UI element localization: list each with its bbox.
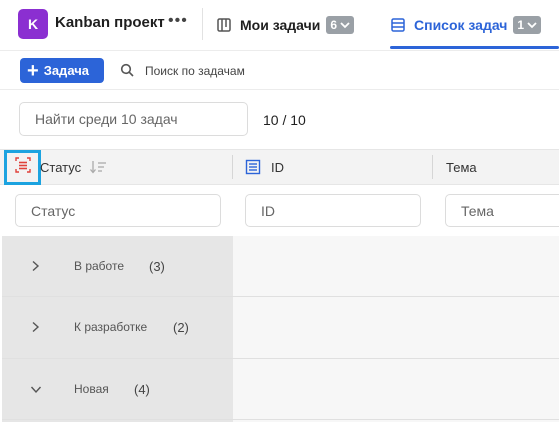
project-name[interactable]: Kanban проект (55, 14, 165, 31)
chevron-right-icon[interactable] (30, 321, 40, 333)
column-header-id[interactable]: ID (245, 149, 284, 185)
active-tab-indicator (390, 46, 559, 49)
group-label: Новая (74, 382, 109, 396)
column-header-theme[interactable]: Тема (446, 149, 477, 185)
sort-icon[interactable] (89, 160, 107, 174)
tab-badge[interactable]: 1 (513, 16, 542, 34)
chevron-right-icon[interactable] (30, 260, 40, 272)
list-icon (390, 17, 406, 33)
search-tasks-link[interactable]: Поиск по задачам (145, 64, 245, 78)
badge-count: 1 (517, 18, 525, 32)
group-count: (2) (173, 319, 189, 335)
theme-filter-input[interactable]: Тема (445, 194, 559, 227)
board-icon (216, 17, 232, 33)
divider (202, 8, 203, 40)
group-count: (3) (149, 258, 165, 274)
column-label: Статус (40, 159, 82, 175)
group-row[interactable]: К разработке (2) (2, 297, 233, 357)
chevron-down-icon[interactable] (30, 384, 42, 394)
chevron-down-icon (527, 18, 537, 32)
result-counter: 10 / 10 (263, 112, 306, 128)
group-by-button[interactable] (4, 150, 41, 185)
group-count: (4) (134, 381, 150, 397)
quick-filter-input[interactable]: Найти среди 10 задач (19, 102, 248, 136)
status-filter-input[interactable]: Статус (15, 194, 221, 227)
group-label: В работе (74, 259, 125, 273)
search-icon[interactable] (120, 63, 134, 82)
tab-my-tasks[interactable]: Мои задачи 6 (216, 8, 355, 42)
tab-label: Список задач (414, 17, 508, 33)
project-avatar[interactable]: K (18, 9, 48, 39)
id-filter-input[interactable]: ID (245, 194, 421, 227)
add-task-button[interactable]: + Задача (20, 58, 104, 83)
tab-label: Мои задачи (240, 17, 321, 33)
more-options-icon[interactable]: ••• (168, 12, 188, 30)
plus-icon: + (27, 59, 39, 82)
column-divider[interactable] (232, 155, 233, 179)
divider (0, 50, 559, 51)
group-label: К разработке (74, 320, 148, 334)
data-area (233, 236, 559, 422)
row-divider (2, 419, 559, 420)
group-by-icon (14, 156, 32, 179)
column-label: ID (271, 159, 284, 175)
column-type-icon (245, 159, 261, 175)
badge-count: 6 (330, 18, 338, 32)
tab-badge[interactable]: 6 (326, 16, 355, 34)
chevron-down-icon (340, 18, 350, 32)
divider (0, 89, 559, 90)
group-row[interactable]: Новая (4) (2, 359, 233, 419)
top-bar: K Kanban проект ••• Мои задачи 6 Список … (0, 0, 559, 50)
add-task-label: Задача (43, 63, 89, 78)
column-label: Тема (446, 159, 477, 175)
tab-task-list[interactable]: Список задач 1 (390, 8, 542, 42)
column-header-status[interactable]: Статус (40, 149, 107, 185)
column-divider[interactable] (432, 155, 433, 179)
group-row[interactable]: В работе (3) (2, 236, 233, 296)
